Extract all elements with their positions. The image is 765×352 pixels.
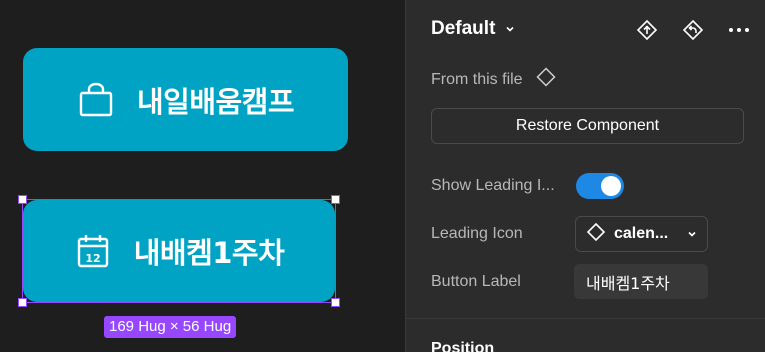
component-diamond-icon — [586, 222, 606, 247]
button-label-label: Button Label — [431, 273, 521, 290]
svg-text:12: 12 — [85, 252, 100, 265]
from-file-label: From this file — [431, 70, 523, 88]
chevron-down-icon — [505, 18, 515, 40]
leading-icon-label: Leading Icon — [431, 225, 523, 242]
component-button-instance-2[interactable]: 12 내배켐1주차 — [23, 200, 335, 302]
properties-panel: Default From this file Restore Component… — [405, 0, 765, 352]
show-leading-icon-toggle[interactable] — [576, 173, 624, 199]
section-divider — [406, 318, 765, 319]
component-source: From this file — [431, 66, 557, 93]
instance-actions — [635, 18, 751, 42]
shopping-bag-icon — [77, 81, 115, 119]
design-canvas[interactable]: 내일배움캠프 12 내배켐1주차 169 Hug × 56 Hug — [0, 0, 405, 352]
resize-handle-top-left[interactable] — [18, 195, 27, 204]
leading-icon-select[interactable]: calen... — [575, 216, 708, 252]
show-leading-icon-label: Show Leading I... — [431, 177, 555, 194]
size-badge: 169 Hug × 56 Hug — [104, 316, 237, 338]
variant-selector[interactable]: Default — [431, 18, 515, 40]
resize-handle-bottom-left[interactable] — [18, 298, 27, 307]
variant-name: Default — [431, 18, 496, 39]
calendar-icon: 12 — [74, 232, 112, 270]
chevron-down-icon — [687, 229, 697, 239]
button-label: 내배켐1주차 — [133, 236, 285, 270]
go-to-main-component-icon[interactable] — [635, 18, 659, 42]
component-diamond-icon[interactable] — [535, 66, 557, 93]
resize-handle-bottom-right[interactable] — [331, 298, 340, 307]
button-label-field[interactable]: 내배켐1주차 — [574, 264, 708, 299]
leading-icon-value: calen... — [614, 225, 669, 242]
button-label: 내일배움캠프 — [136, 84, 295, 119]
reset-icon[interactable] — [681, 18, 705, 42]
toggle-knob — [601, 176, 621, 196]
position-section-title: Position — [431, 340, 495, 352]
restore-component-button[interactable]: Restore Component — [431, 108, 744, 144]
component-button-instance-1[interactable]: 내일배움캠프 — [23, 48, 348, 151]
resize-handle-top-right[interactable] — [331, 195, 340, 204]
more-icon[interactable] — [727, 18, 751, 42]
